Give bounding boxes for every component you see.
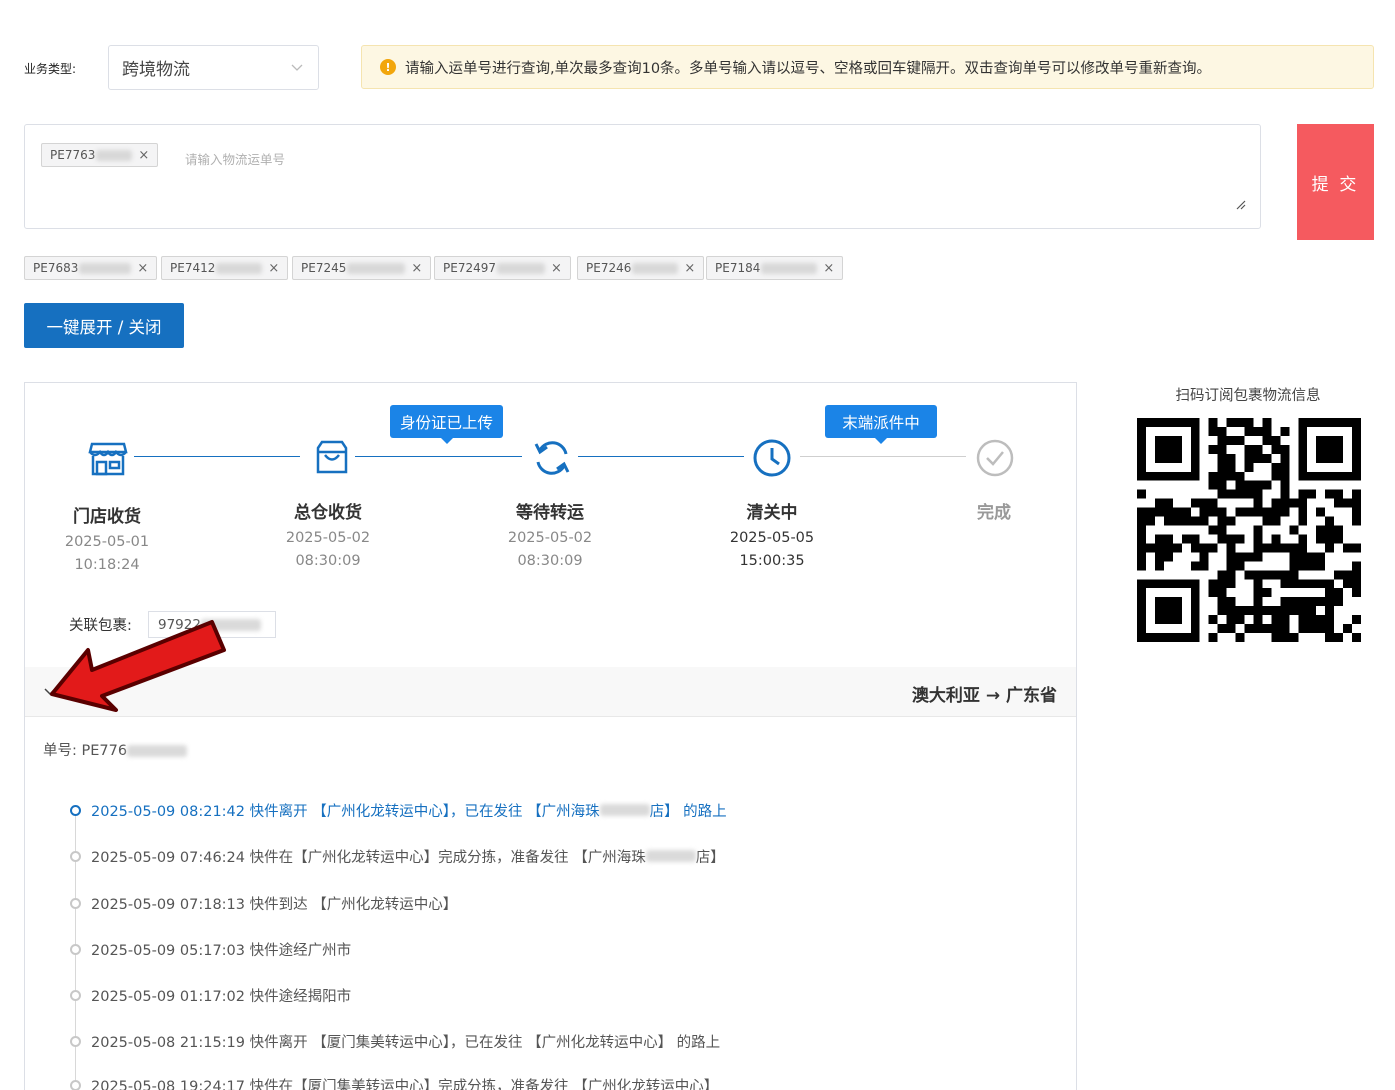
close-icon[interactable]: × (137, 261, 148, 276)
warehouse-box-icon (316, 440, 348, 474)
warning-icon: ! (380, 59, 396, 75)
business-type-value: 跨境物流 (122, 60, 190, 80)
check-circle-icon (976, 439, 1014, 477)
progress-line (134, 456, 300, 457)
timeline-dot (70, 804, 81, 816)
timeline-item: 2025-05-08 19:24:17 快件在【厦门集美转运中心】完成分拣，准备… (70, 1075, 718, 1090)
history-tag-text: PE7245 (301, 261, 347, 275)
history-tag-text: PE72497 (443, 261, 496, 275)
step-name: 总仓收货 (294, 503, 362, 523)
close-icon[interactable]: × (138, 148, 149, 163)
input-tag[interactable]: PE7763 × (41, 143, 159, 167)
close-icon[interactable]: × (411, 261, 422, 276)
step-name: 清关中 (746, 503, 798, 523)
id-uploaded-badge: 身份证已上传 (390, 405, 503, 444)
progress-line (578, 456, 744, 457)
timeline-dot (70, 897, 81, 909)
chevron-down-icon (291, 64, 303, 71)
step-date: 2025-05-02 08:30:09 (285, 530, 371, 569)
expand-collapse-all-button[interactable]: 一键展开 / 关闭 (24, 303, 184, 348)
timeline-dot (70, 943, 81, 955)
notice-text: 请输入运单号进行查询,单次最多查询10条。多单号输入请以逗号、空格或回车键隔开。… (405, 60, 1212, 77)
progress-line (800, 456, 966, 457)
business-type-label: 业务类型: (24, 62, 77, 76)
qr-code (1137, 418, 1361, 642)
history-tag-text: PE7184 (715, 261, 761, 275)
business-type-select[interactable]: 跨境物流 (108, 45, 319, 90)
step-name: 完成 (977, 503, 1011, 523)
red-arrow-annotation (50, 620, 226, 712)
step-date: 2025-05-01 10:18:24 (64, 534, 150, 573)
timeline-item: 2025-05-09 07:46:24 快件在【广州化龙转运中心】完成分拣，准备… (70, 846, 725, 866)
history-tag[interactable]: PE7412 × (161, 256, 289, 280)
timeline-item: 2025-05-09 05:17:03 快件途经广州市 (70, 939, 351, 959)
refresh-icon (534, 441, 570, 475)
history-tag-text: PE7683 (33, 261, 79, 275)
close-icon[interactable]: × (551, 261, 562, 276)
timeline-item: 2025-05-08 21:15:19 快件离开 【厦门集美转运中心】，已在发往… (70, 1031, 720, 1051)
timeline-item: 2025-05-09 07:18:13 快件到达 【广州化龙转运中心】 (70, 893, 457, 913)
step-date: 2025-05-02 08:30:09 (507, 530, 593, 569)
close-icon[interactable]: × (684, 261, 695, 276)
timeline-dot (70, 989, 81, 1001)
notice-banner: ! 请输入运单号进行查询,单次最多查询10条。多单号输入请以逗号、空格或回车键隔… (361, 45, 1374, 89)
history-tag[interactable]: PE7184 × (706, 256, 844, 280)
timeline-item: 2025-05-09 08:21:42 快件离开 【广州化龙转运中心】，已在发往… (70, 800, 727, 820)
timeline-dot (70, 1035, 81, 1047)
close-icon[interactable]: × (268, 261, 279, 276)
timeline-dot (70, 850, 81, 862)
history-tag[interactable]: PE7246 × (577, 256, 705, 280)
step-name: 门店收货 (73, 507, 141, 527)
order-number: 单号: PE776 (43, 739, 188, 760)
history-tag[interactable]: PE7683 × (24, 256, 158, 280)
step-date: 2025-05-05 15:00:35 (729, 530, 815, 569)
qr-title: 扫码订阅包裹物流信息 (1175, 388, 1321, 404)
route-text: 澳大利亚 → 广东省 (911, 686, 1057, 706)
close-icon[interactable]: × (823, 261, 834, 276)
input-tag-text: PE7763 (50, 148, 96, 162)
submit-button[interactable]: 提 交 (1297, 124, 1374, 240)
clock-icon (753, 439, 791, 477)
resize-handle-icon[interactable] (1236, 200, 1246, 210)
history-tag-text: PE7412 (170, 261, 216, 275)
step-name: 等待转运 (516, 503, 584, 523)
progress-line (355, 456, 522, 457)
tracking-number-input[interactable]: PE7763 × 请输入物流运单号 (24, 124, 1261, 229)
input-placeholder: 请输入物流运单号 (185, 152, 286, 167)
history-tag-text: PE7246 (586, 261, 632, 275)
history-tag[interactable]: PE72497 × (434, 256, 571, 280)
last-mile-badge: 末端派件中 (825, 405, 937, 444)
timeline-item: 2025-05-09 01:17:02 快件途经揭阳市 (70, 985, 351, 1005)
history-tag[interactable]: PE7245 × (292, 256, 432, 280)
timeline-dot (70, 1079, 81, 1090)
store-icon (88, 442, 128, 476)
